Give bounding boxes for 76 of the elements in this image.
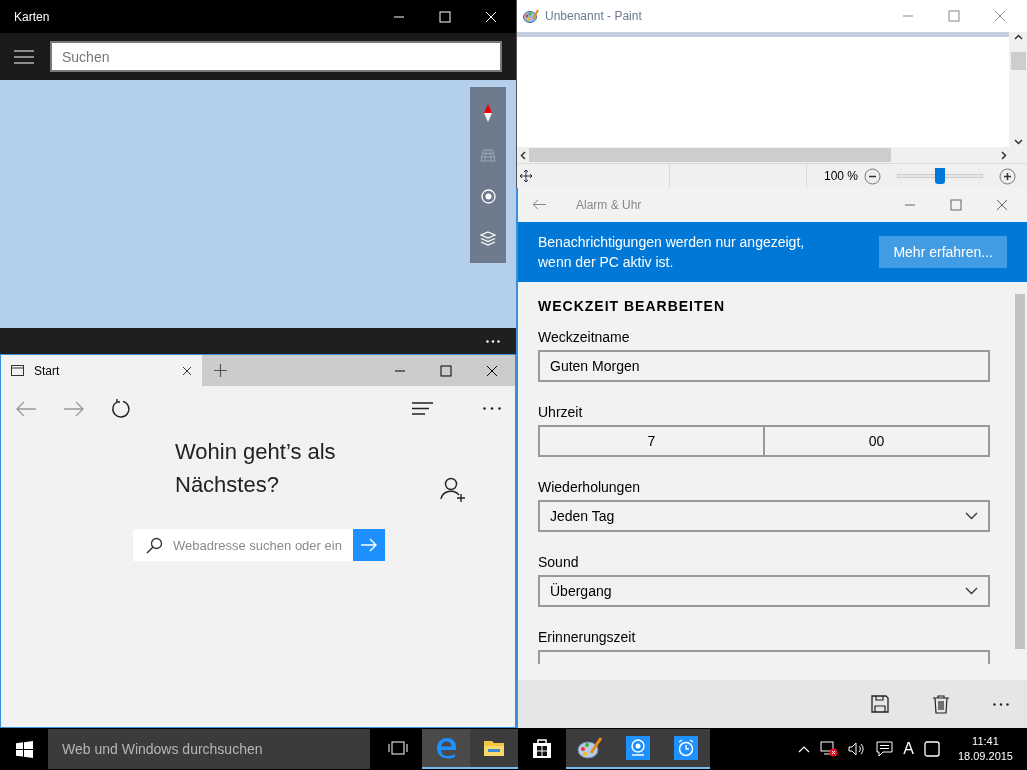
field-label: Sound — [538, 554, 580, 571]
move-icon — [520, 170, 532, 182]
arrow-right-icon — [361, 538, 377, 552]
chevron-up-icon[interactable] — [798, 745, 811, 753]
windows-logo-icon — [15, 740, 33, 758]
window-title: Alarm & Uhr — [576, 196, 642, 214]
maximize-icon[interactable] — [440, 364, 452, 377]
field-label: Uhrzeit — [538, 404, 584, 421]
taskbar-search-field[interactable]: Web und Windows durchsuchen — [48, 729, 370, 769]
shopping-bag-icon — [532, 737, 552, 759]
close-tab-icon[interactable] — [182, 365, 192, 376]
new-tab-icon[interactable] — [214, 364, 227, 377]
save-icon[interactable] — [871, 695, 889, 713]
dropdown[interactable] — [538, 650, 990, 664]
taskbar-app-button[interactable] — [662, 729, 710, 769]
network-error-icon[interactable] — [820, 741, 839, 757]
webcam-icon — [626, 736, 650, 760]
more-icon[interactable] — [486, 339, 500, 343]
chevron-down-icon — [965, 512, 978, 520]
refresh-icon[interactable] — [111, 398, 131, 419]
taskbar-app-button[interactable] — [566, 729, 614, 769]
more-icon[interactable] — [483, 407, 501, 410]
forward-arrow-icon[interactable] — [63, 400, 85, 417]
menu-icon[interactable] — [14, 49, 34, 64]
minute-picker[interactable]: 00 — [765, 427, 988, 455]
scroll-left-icon[interactable] — [520, 150, 526, 160]
search-field[interactable]: Suchen — [50, 41, 502, 72]
field-label: Erinnerungszeit — [538, 629, 637, 646]
chevron-down-icon — [965, 587, 978, 595]
dropdown[interactable]: Übergang — [538, 575, 990, 607]
zoom-in-icon[interactable] — [999, 167, 1017, 185]
alarm-clock-icon — [674, 736, 698, 760]
zoom-slider[interactable] — [897, 168, 984, 184]
vertical-scrollbar[interactable] — [1009, 32, 1027, 147]
field-label: Wiederholungen — [538, 479, 641, 496]
scroll-right-icon[interactable] — [1001, 150, 1007, 160]
input-indicator[interactable]: A — [903, 737, 914, 761]
search-icon — [146, 537, 163, 554]
banner-text: Benachrichtigungen werden nur angezeigt, wenn der PC aktiv ist. — [538, 233, 806, 272]
edge-icon — [435, 737, 457, 759]
palette-icon — [523, 9, 539, 23]
close-icon[interactable] — [486, 364, 498, 377]
text-field[interactable]: Guten Morgen — [538, 350, 990, 382]
task-view-icon — [388, 741, 408, 755]
palette-icon — [577, 737, 603, 759]
folder-icon — [483, 739, 505, 757]
scroll-down-icon[interactable] — [1013, 139, 1023, 145]
scrollbar-thumb[interactable] — [1015, 294, 1025, 649]
zoom-level: 100 % — [824, 168, 859, 185]
speaker-icon[interactable] — [848, 742, 867, 756]
scroll-up-icon[interactable] — [1013, 34, 1023, 40]
address-search-field[interactable]: Webadresse suchen oder ein — [133, 529, 353, 561]
page-heading: Wohin geht’s als Nächstes? — [175, 438, 337, 499]
back-arrow-icon[interactable] — [532, 199, 546, 210]
scrollbar-thumb[interactable] — [1010, 51, 1026, 70]
taskbar-app-button[interactable] — [470, 729, 518, 769]
zoom-out-icon[interactable] — [864, 167, 882, 185]
compass-icon[interactable] — [484, 104, 492, 123]
section-heading: WECKZEIT BEARBEITEN — [538, 297, 726, 316]
more-icon[interactable] — [993, 702, 1009, 706]
back-arrow-icon[interactable] — [15, 400, 37, 417]
clock[interactable]: 11:41 18.09.2015 — [957, 734, 1013, 764]
hub-icon[interactable] — [412, 402, 433, 415]
location-icon[interactable] — [480, 188, 496, 204]
slider-thumb[interactable] — [935, 168, 946, 184]
browser-tab[interactable]: Start — [1, 355, 202, 386]
message-icon[interactable] — [876, 741, 894, 757]
delete-icon[interactable] — [933, 694, 949, 714]
add-person-icon[interactable] — [440, 477, 466, 503]
hour-picker[interactable]: 7 — [540, 427, 765, 455]
dropdown[interactable]: Jeden Tag — [538, 500, 990, 532]
field-label: Weckzeitname — [538, 329, 631, 346]
window-title: Unbenannt - Paint — [545, 8, 642, 25]
tab-icon — [11, 365, 24, 376]
layers-icon[interactable] — [480, 230, 496, 246]
window-title: Karten — [14, 8, 50, 26]
